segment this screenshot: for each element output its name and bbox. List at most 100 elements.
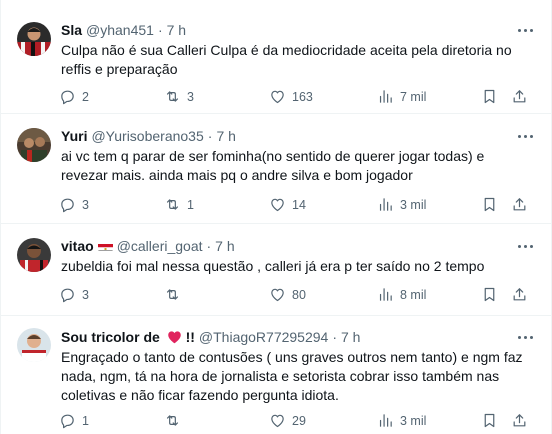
retweet-button[interactable]: 1 (164, 196, 194, 213)
tweet-text: Engraçado o tanto de contusões ( uns gra… (61, 349, 523, 403)
view-count: 8 mil (400, 287, 427, 302)
views-button[interactable]: 7 mil (377, 88, 426, 105)
like-count: 80 (292, 287, 306, 302)
avatar[interactable] (17, 22, 51, 56)
view-count: 7 mil (400, 89, 427, 104)
more-options-icon[interactable] (513, 126, 537, 146)
tweet-text: ai vc tem q parar de ser fominha(no sent… (61, 148, 485, 183)
timeline-feed: Sla @yhan451 · 7 h Culpa não é sua Calle… (0, 0, 552, 434)
bookmark-button[interactable] (481, 196, 498, 213)
reply-icon (59, 88, 76, 105)
views-button[interactable]: 3 mil (377, 412, 426, 429)
tweet-actions: 3 80 8 mil (59, 286, 533, 306)
avatar[interactable] (17, 238, 51, 272)
avatar[interactable] (17, 328, 51, 362)
like-button[interactable]: 29 (269, 412, 306, 429)
retweet-button[interactable] (164, 412, 187, 429)
share-button[interactable] (511, 412, 528, 429)
user-handle[interactable]: @Yurisoberano35 (91, 128, 203, 144)
retweet-icon (164, 196, 181, 213)
view-count: 3 mil (400, 197, 427, 212)
like-button[interactable]: 80 (269, 286, 306, 303)
more-options-icon[interactable] (513, 236, 537, 256)
views-icon (377, 286, 394, 303)
tweet[interactable]: Sou tricolor de !! @ThiagoR77295294 · 7 … (1, 316, 551, 434)
separator-dot: · (157, 22, 163, 38)
user-handle[interactable]: @ThiagoR77295294 (199, 329, 328, 345)
views-icon (377, 88, 394, 105)
share-button[interactable] (511, 88, 528, 105)
reply-icon (59, 286, 76, 303)
display-name[interactable]: vitao (61, 238, 94, 254)
heart-icon (269, 286, 286, 303)
bookmark-button[interactable] (481, 412, 498, 429)
like-button[interactable]: 14 (269, 196, 306, 213)
views-icon (377, 412, 394, 429)
like-button[interactable]: 163 (269, 88, 313, 105)
timestamp[interactable]: 7 h (216, 128, 235, 144)
share-button[interactable] (511, 196, 528, 213)
reply-icon (59, 412, 76, 429)
reply-button[interactable]: 1 (59, 412, 89, 429)
heart-icon (269, 412, 286, 429)
views-button[interactable]: 8 mil (377, 286, 426, 303)
bookmark-button[interactable] (481, 88, 498, 105)
more-options-icon[interactable] (513, 327, 537, 347)
tweet-text: Culpa não é sua Calleri Culpa é da medio… (61, 42, 512, 77)
heart-icon (269, 196, 286, 213)
tweet[interactable]: Sla @yhan451 · 7 h Culpa não é sua Calle… (1, 0, 551, 114)
like-count: 163 (292, 89, 313, 104)
user-handle[interactable]: @calleri_goat (117, 238, 203, 254)
share-button[interactable] (511, 286, 528, 303)
avatar[interactable] (17, 128, 51, 162)
retweet-icon (164, 286, 181, 303)
retweet-icon (164, 412, 181, 429)
separator-dot: · (207, 128, 213, 144)
retweet-count: 3 (187, 89, 194, 104)
flag-icon (97, 241, 113, 251)
display-name-suffix: !! (185, 329, 195, 345)
reply-button[interactable]: 3 (59, 286, 89, 303)
reply-icon (59, 196, 76, 213)
tweet-actions: 3 1 14 3 mil (59, 196, 533, 216)
heart-icon (269, 88, 286, 105)
views-button[interactable]: 3 mil (377, 196, 426, 213)
display-name[interactable]: Sou tricolor de !! (61, 329, 195, 345)
separator-dot: · (332, 329, 337, 345)
reply-button[interactable]: 3 (59, 196, 89, 213)
share-icon (511, 88, 528, 105)
bookmark-icon (481, 412, 498, 429)
retweet-icon (164, 88, 181, 105)
retweet-button[interactable] (164, 286, 187, 303)
views-icon (377, 196, 394, 213)
retweet-count: 1 (187, 197, 194, 212)
reply-count: 1 (82, 413, 89, 428)
bookmark-icon (481, 196, 498, 213)
display-name-text: Sou tricolor de (61, 329, 160, 345)
timestamp[interactable]: 7 h (341, 329, 360, 345)
reply-button[interactable]: 2 (59, 88, 89, 105)
tweet-actions: 1 29 3 mil (59, 412, 533, 432)
reply-count: 3 (82, 287, 89, 302)
tweet[interactable]: Yuri @Yurisoberano35 · 7 h ai vc tem q p… (1, 114, 551, 224)
bookmark-icon (481, 286, 498, 303)
display-name[interactable]: Yuri (61, 128, 87, 144)
bookmark-button[interactable] (481, 286, 498, 303)
display-name[interactable]: Sla (61, 22, 82, 38)
heart-emoji-icon (167, 331, 181, 344)
reply-count: 2 (82, 89, 89, 104)
timestamp[interactable]: 7 h (167, 22, 186, 38)
tweet-actions: 2 3 163 7 mil (59, 88, 533, 108)
timestamp[interactable]: 7 h (215, 238, 234, 254)
bookmark-icon (481, 88, 498, 105)
tweet[interactable]: vitao @calleri_goat · 7 h zubeldia foi m… (1, 224, 551, 316)
like-count: 14 (292, 197, 306, 212)
share-icon (511, 286, 528, 303)
view-count: 3 mil (400, 413, 427, 428)
reply-count: 3 (82, 197, 89, 212)
share-icon (511, 196, 528, 213)
user-handle[interactable]: @yhan451 (86, 22, 154, 38)
like-count: 29 (292, 413, 306, 428)
more-options-icon[interactable] (513, 20, 537, 40)
retweet-button[interactable]: 3 (164, 88, 194, 105)
